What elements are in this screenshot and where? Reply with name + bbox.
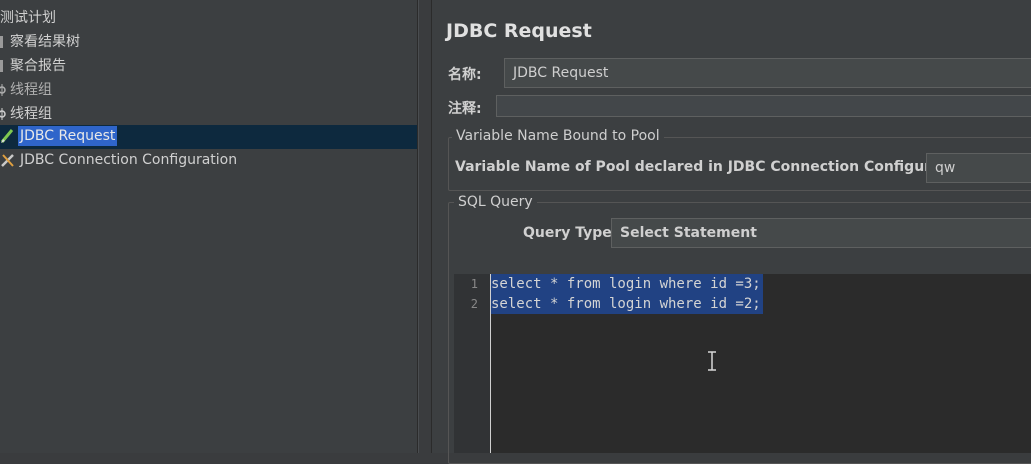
line-number-gutter: 1 2 xyxy=(454,274,491,453)
line-number: 2 xyxy=(470,297,478,311)
text-cursor-icon xyxy=(708,351,716,371)
code-line[interactable]: select * from login where id =3; xyxy=(491,274,763,294)
comment-input[interactable] xyxy=(496,95,1031,117)
tree-item-label: JDBC Connection Configuration xyxy=(20,152,238,168)
tree-item-label: 聚合报告 xyxy=(10,58,66,74)
pool-group-title: Variable Name Bound to Pool xyxy=(452,128,664,144)
name-label: 名称: xyxy=(448,67,482,83)
tree-item-label: 线程组 xyxy=(10,106,52,122)
jdbc-request-panel: JDBC Request 名称: JDBC Request 注释: Variab… xyxy=(431,0,1031,464)
test-plan-tree[interactable]: 测试计划 察看结果树 聚合报告 线程组 线程组 JDBC Request JDB… xyxy=(0,0,418,453)
tree-item-label: 察看结果树 xyxy=(10,34,80,50)
code-line[interactable]: select * from login where id =2; xyxy=(491,294,763,314)
query-type-select[interactable]: Select Statement xyxy=(611,218,1031,248)
tree-item-label: JDBC Request xyxy=(18,126,118,146)
query-type-label: Query Type: xyxy=(523,225,618,241)
tree-item-jdbc-request[interactable]: JDBC Request xyxy=(0,125,417,149)
config-wrench-icon xyxy=(1,154,14,167)
pool-variable-label: Variable Name of Pool declared in JDBC C… xyxy=(455,159,978,175)
pool-variable-input[interactable]: qw xyxy=(926,153,1031,183)
panel-title: JDBC Request xyxy=(446,20,592,42)
comment-label: 注释: xyxy=(448,101,482,117)
tree-item-label: 线程组 xyxy=(10,82,52,98)
line-number: 1 xyxy=(470,277,478,291)
pane-splitter[interactable] xyxy=(418,0,431,453)
name-input[interactable]: JDBC Request xyxy=(504,58,1031,88)
sql-query-editor[interactable]: 1 2 select * from login where id =3; sel… xyxy=(454,274,1031,453)
sampler-pencil-icon xyxy=(0,129,14,143)
sql-query-group-title: SQL Query xyxy=(454,194,537,210)
tree-item-label: 测试计划 xyxy=(0,10,56,26)
